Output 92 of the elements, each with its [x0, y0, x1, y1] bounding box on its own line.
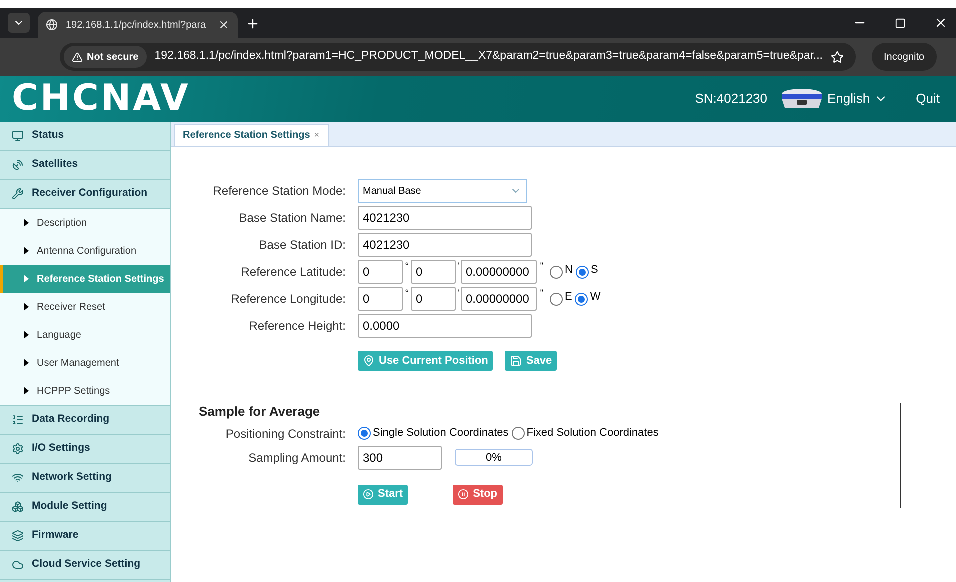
tab-search-button[interactable]	[8, 13, 30, 33]
layers-icon	[12, 530, 24, 542]
sidebar-section[interactable]: Module Setting	[0, 493, 170, 522]
seconds-field[interactable]: 0.00000000	[461, 287, 537, 311]
caret-icon	[24, 359, 29, 367]
degrees-field[interactable]: 0	[358, 260, 403, 284]
radio-button[interactable]	[550, 292, 563, 306]
cloud-icon	[12, 559, 24, 571]
stop-button[interactable]: Stop	[453, 484, 503, 504]
degree-mark: °	[404, 260, 410, 273]
second-mark: "	[539, 260, 545, 273]
minutes-field[interactable]: 0	[411, 287, 456, 311]
minute-mark: '	[456, 260, 460, 273]
mode-dropdown[interactable]: Manual Base	[358, 179, 527, 203]
degrees-field[interactable]: 0	[358, 287, 403, 311]
minutes-field[interactable]: 0	[411, 260, 456, 284]
caret-icon	[24, 331, 29, 339]
globe-icon	[46, 19, 58, 31]
sidebar-section[interactable]: Data Recording	[0, 406, 170, 435]
radio-label: N	[565, 262, 573, 278]
pause-icon	[458, 489, 470, 500]
sidebar-item[interactable]: Description	[0, 209, 170, 237]
maximize-icon[interactable]	[895, 18, 906, 29]
gear-icon	[12, 443, 24, 455]
sidebar-section[interactable]: Firmware	[0, 522, 170, 551]
sidebar-item[interactable]: Receiver Reset	[0, 293, 170, 321]
caret-icon	[24, 387, 29, 395]
field-label: Base Station ID:	[258, 237, 347, 254]
caret-icon	[24, 303, 29, 311]
second-mark: "	[539, 287, 545, 300]
caret-icon	[24, 275, 29, 283]
field-label: Reference Latitude:	[240, 264, 347, 281]
url-field[interactable]: Not secure 192.168.1.1/pc/index.html?param1=HC_PRODUCT_MODEL__X7&param2=true&param3=true&param4=false&param5=true&par...	[60, 43, 856, 71]
url-text: 192.168.1.1/pc/index.html?param1=HC_PRODUCT_MODEL__X7&param2=true&param3=true&param4=false&param5=true&par...	[154, 49, 824, 64]
text-field[interactable]: 4021230	[358, 233, 532, 257]
sidebar-item[interactable]: User Management	[0, 349, 170, 377]
new-tab-icon[interactable]	[246, 17, 260, 31]
browser-tab[interactable]: 192.168.1.1/pc/index.html?para	[38, 12, 238, 38]
sidebar-section[interactable]: Status	[0, 122, 170, 151]
section-title: Sample for Average	[199, 403, 322, 421]
page-tab[interactable]: Reference Station Settings ×	[174, 124, 329, 146]
close-icon	[218, 19, 230, 31]
field-label: Positioning Constraint:	[224, 426, 347, 442]
sidebar-section[interactable]: Network Setting	[0, 464, 170, 493]
list-icon	[12, 414, 24, 426]
seconds-field[interactable]: 0.00000000	[461, 260, 537, 284]
warning-icon	[72, 52, 83, 62]
text-field[interactable]: 4021230	[358, 206, 532, 230]
field-label: Reference Longitude:	[230, 291, 347, 308]
sidebar-item[interactable]: Language	[0, 321, 170, 349]
save-icon	[510, 355, 522, 367]
radio-button[interactable]	[550, 266, 563, 278]
serial-number: SN:4021230	[695, 90, 768, 108]
field-label: Sampling Amount:	[248, 450, 347, 466]
caret-icon	[24, 247, 29, 255]
caret-icon	[24, 219, 29, 227]
field-label: Base Station Name:	[238, 210, 347, 227]
progress-reading: 0%	[485, 451, 503, 465]
degree-mark: °	[404, 287, 410, 300]
radio-label: Fixed Solution Coordinates	[526, 426, 659, 442]
monitor-icon	[12, 130, 24, 142]
sidebar-section[interactable]: I/O Settings	[0, 435, 170, 464]
language-selector[interactable]: English	[828, 89, 888, 109]
quit-link[interactable]: Quit	[916, 89, 940, 109]
incognito-chip[interactable]: Incognito	[872, 43, 937, 71]
radio-label: W	[590, 290, 601, 305]
play-icon	[363, 489, 374, 500]
satellite-dish-icon	[12, 159, 24, 171]
security-chip[interactable]: Not secure	[64, 46, 147, 68]
sidebar-section[interactable]: Cloud Service Setting	[0, 551, 170, 580]
text-field[interactable]: 0.0000	[358, 314, 532, 338]
sidebar-item[interactable]: Antenna Configuration	[0, 237, 170, 265]
radio-button[interactable]	[358, 427, 371, 440]
radio-button[interactable]	[575, 292, 588, 306]
field-label: Reference Station Mode:	[212, 183, 347, 200]
sidebar-item[interactable]: HCPPP Settings	[0, 377, 170, 405]
logo: CHCNAV	[12, 81, 190, 117]
radio-button[interactable]	[512, 427, 525, 440]
sidebar-section[interactable]: Satellites	[0, 151, 170, 180]
bookmark-icon[interactable]	[831, 50, 844, 64]
minute-mark: '	[456, 287, 460, 300]
radio-button[interactable]	[576, 266, 589, 278]
text-field[interactable]: 300	[358, 446, 442, 470]
radio-label: S	[590, 262, 598, 278]
tab-close[interactable]: ×	[314, 128, 320, 142]
receiver-icon	[780, 88, 824, 110]
field-label: Reference Height:	[248, 318, 347, 335]
radio-label: Single Solution Coordinates	[373, 426, 509, 442]
map-pin-icon	[363, 355, 375, 367]
wrench-icon	[12, 188, 24, 200]
close-icon[interactable]	[934, 16, 948, 30]
radio-label: E	[565, 290, 572, 305]
